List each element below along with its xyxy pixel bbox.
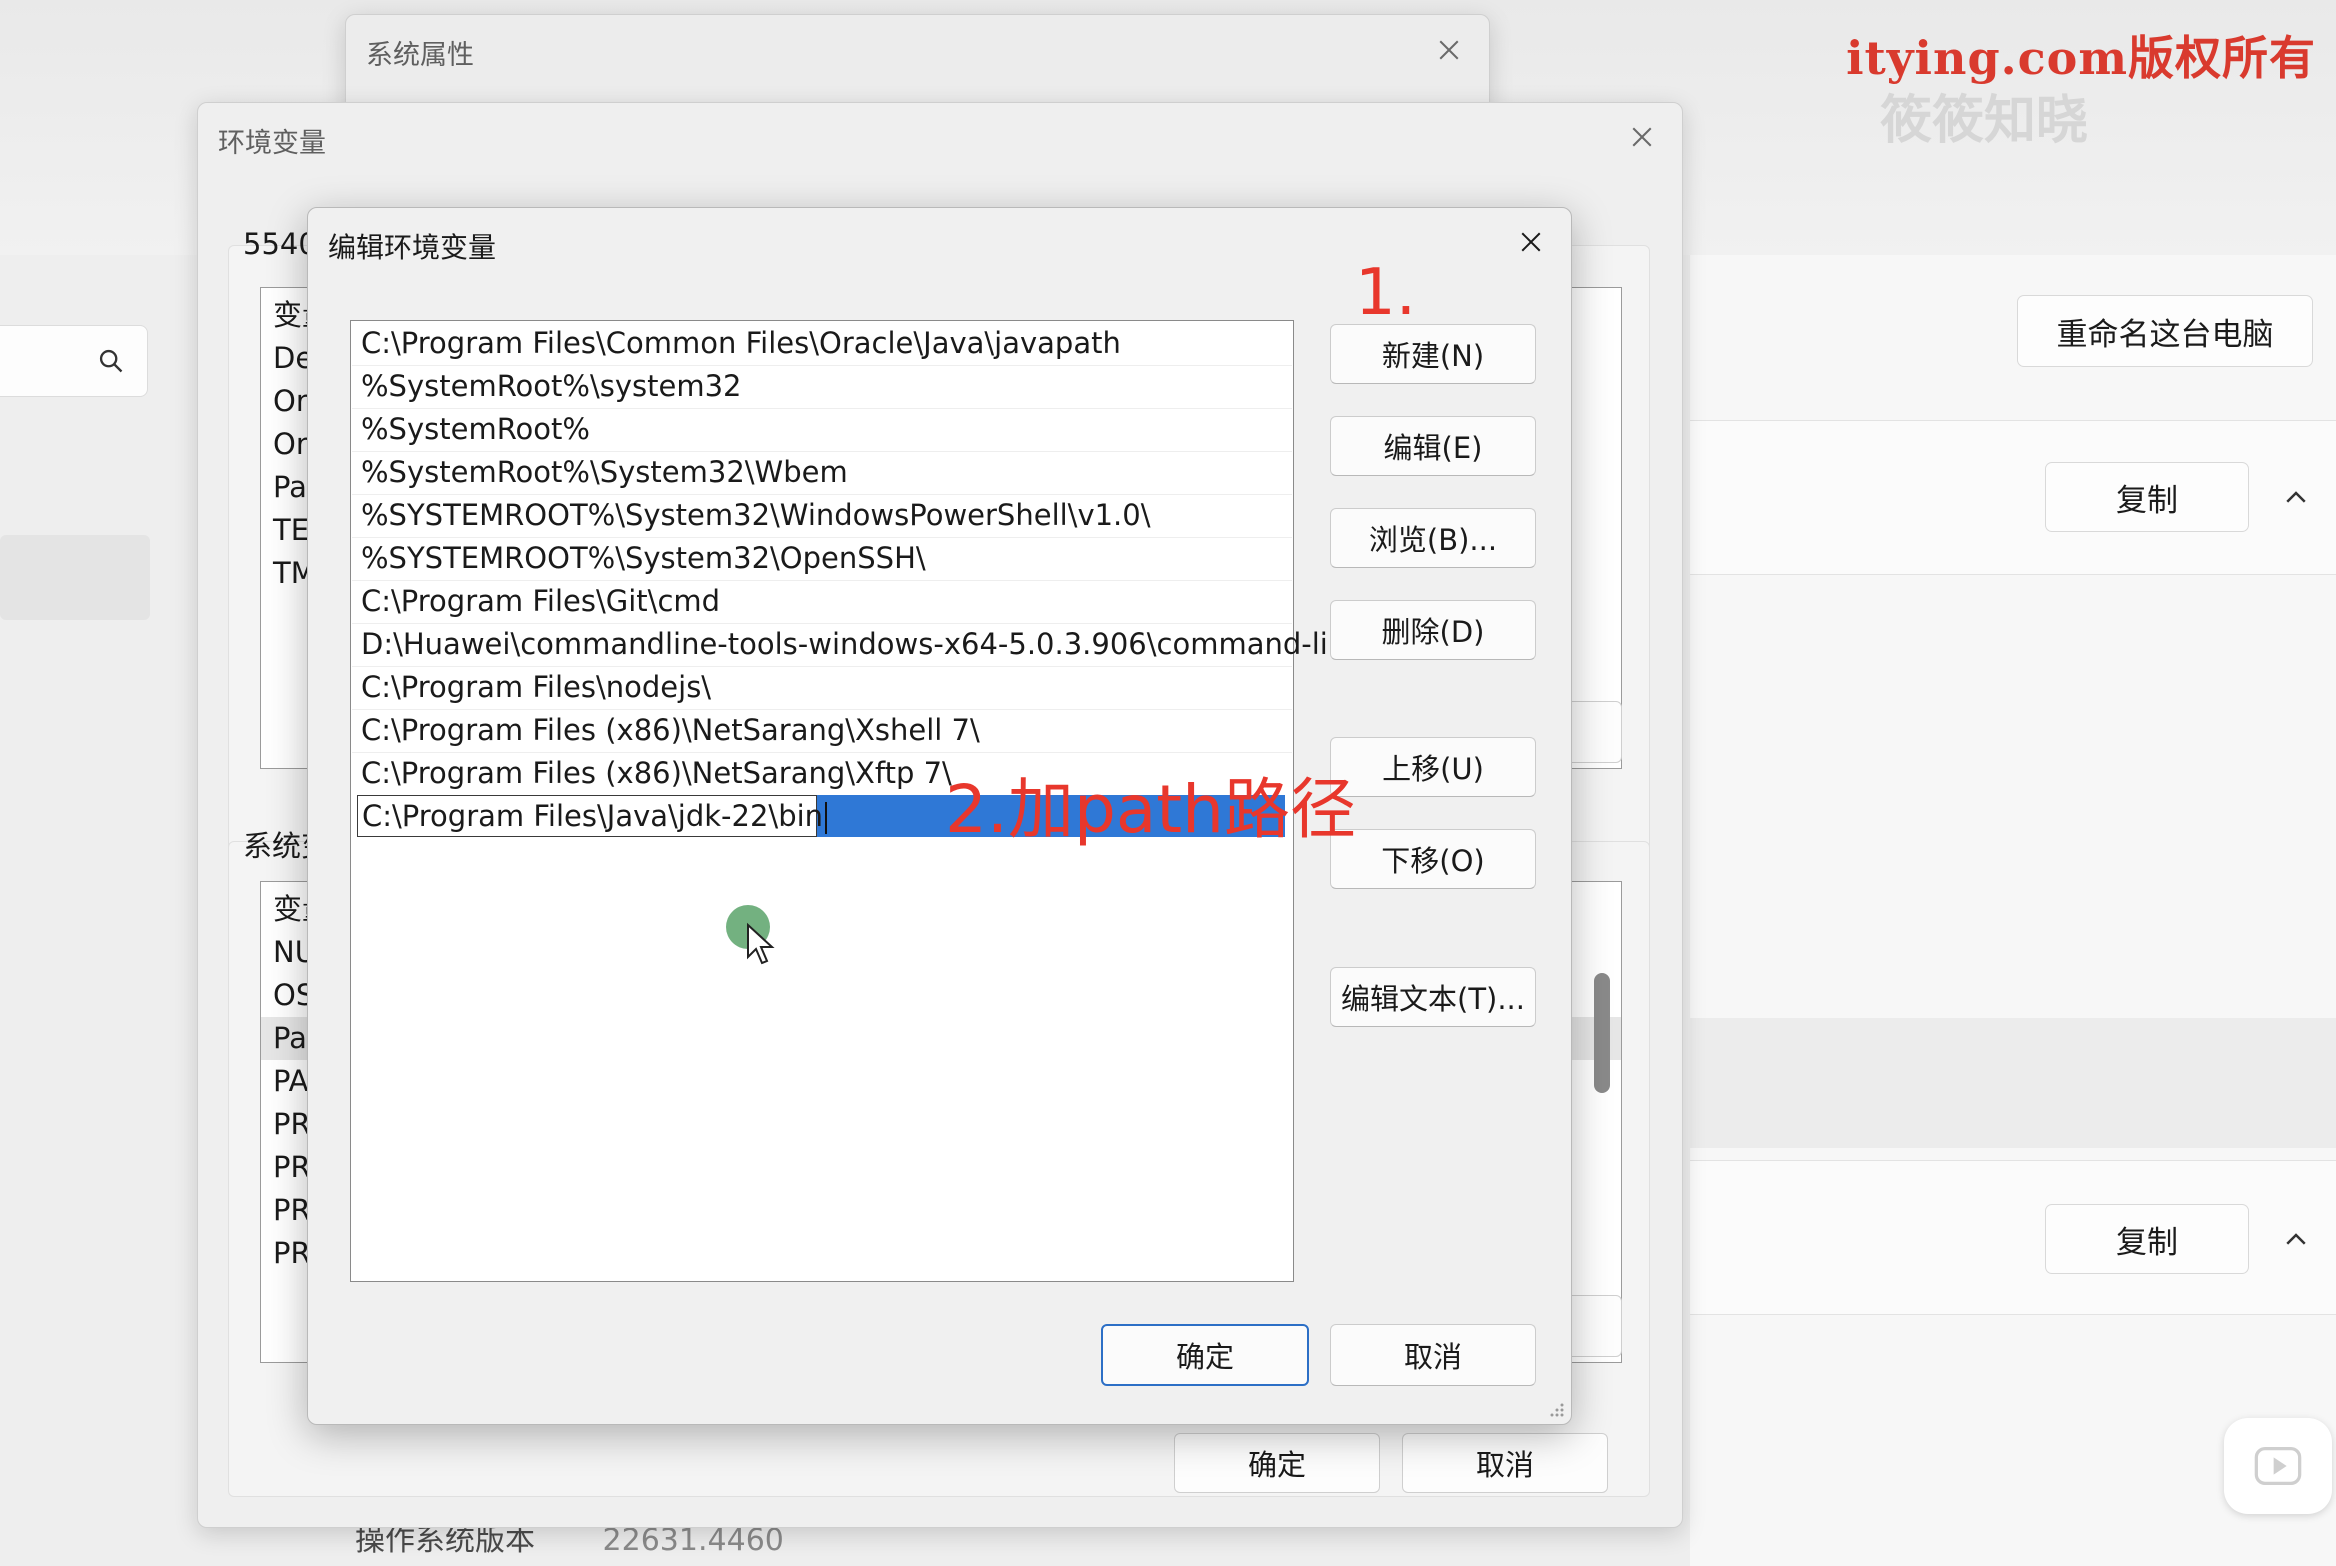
- text-caret: [825, 802, 828, 834]
- os-version-label: 操作系统版本: [355, 1523, 535, 1558]
- search-input[interactable]: [0, 325, 148, 397]
- mouse-cursor: [726, 905, 786, 979]
- edit-dialog-title: 编辑环境变量: [328, 231, 497, 264]
- move-down-button[interactable]: 下移(O): [1330, 829, 1536, 889]
- delete-button[interactable]: 删除(D): [1330, 600, 1536, 660]
- list-item[interactable]: C:\Program Files (x86)\NetSarang\Xftp 7\: [361, 752, 952, 795]
- chevron-up-icon[interactable]: [2276, 478, 2316, 518]
- ok-button[interactable]: 确定: [1101, 1324, 1309, 1386]
- system-properties-title: 系统属性: [366, 40, 474, 71]
- scrollbar-thumb[interactable]: [1594, 973, 1610, 1093]
- user-variables-label: 5540: [243, 227, 317, 261]
- edit-button[interactable]: 编辑(E): [1330, 416, 1536, 476]
- settings-card-divider: [1690, 1018, 2336, 1148]
- path-edit-input[interactable]: C:\Program Files\Java\jdk-22\bin: [357, 795, 828, 837]
- env-ok-button[interactable]: 确定: [1174, 1433, 1380, 1493]
- annotation-step1: 1.: [1355, 256, 1417, 330]
- browse-button[interactable]: 浏览(B)...: [1330, 508, 1536, 568]
- list-item[interactable]: C:\Program Files (x86)\NetSarang\Xshell …: [361, 709, 980, 752]
- watermark-author: 筱筱知晓: [1880, 91, 2089, 151]
- copy-button-2[interactable]: 复制: [2045, 1204, 2249, 1274]
- list-item[interactable]: D:\Huawei\commandline-tools-windows-x64-…: [361, 623, 1355, 666]
- chevron-up-icon[interactable]: [2276, 1220, 2316, 1260]
- video-play-badge[interactable]: [2224, 1418, 2332, 1514]
- resize-grip-icon[interactable]: [1547, 1400, 1565, 1418]
- rename-pc-button[interactable]: 重命名这台电脑: [2017, 295, 2313, 367]
- cancel-button[interactable]: 取消: [1330, 1324, 1536, 1386]
- play-icon: [2254, 1447, 2302, 1485]
- env-cancel-button[interactable]: 取消: [1402, 1433, 1608, 1493]
- env-window-title: 环境变量: [218, 128, 326, 159]
- annotation-step2: 2.加path路径: [945, 771, 1357, 848]
- path-edit-value: C:\Program Files\Java\jdk-22\bin: [362, 799, 824, 833]
- list-item[interactable]: C:\Program Files\nodejs\: [361, 666, 711, 709]
- close-icon[interactable]: [1620, 115, 1664, 159]
- search-icon: [99, 349, 123, 373]
- move-up-button[interactable]: 上移(U): [1330, 737, 1536, 797]
- edit-environment-variable-dialog: 编辑环境变量 C:\Program Files\Common Files\Ora…: [307, 207, 1572, 1425]
- list-item[interactable]: %SystemRoot%: [361, 408, 590, 451]
- list-item[interactable]: %SystemRoot%\System32\Wbem: [361, 451, 848, 494]
- close-icon[interactable]: [1427, 28, 1471, 72]
- sidebar-selected-item[interactable]: [0, 535, 150, 620]
- os-version-value: 22631.4460: [602, 1523, 784, 1558]
- list-item[interactable]: C:\Program Files\Git\cmd: [361, 580, 720, 623]
- close-icon[interactable]: [1509, 220, 1553, 264]
- copy-button-1[interactable]: 复制: [2045, 462, 2249, 532]
- new-button[interactable]: 新建(N): [1330, 324, 1536, 384]
- list-item[interactable]: %SYSTEMROOT%\System32\OpenSSH\: [361, 537, 926, 580]
- list-item[interactable]: C:\Program Files\Common Files\Oracle\Jav…: [361, 322, 1121, 365]
- cursor-icon: [726, 905, 775, 965]
- edit-text-button[interactable]: 编辑文本(T)...: [1330, 967, 1536, 1027]
- list-item[interactable]: %SystemRoot%\system32: [361, 365, 741, 408]
- list-item[interactable]: %SYSTEMROOT%\System32\WindowsPowerShell\…: [361, 494, 1151, 537]
